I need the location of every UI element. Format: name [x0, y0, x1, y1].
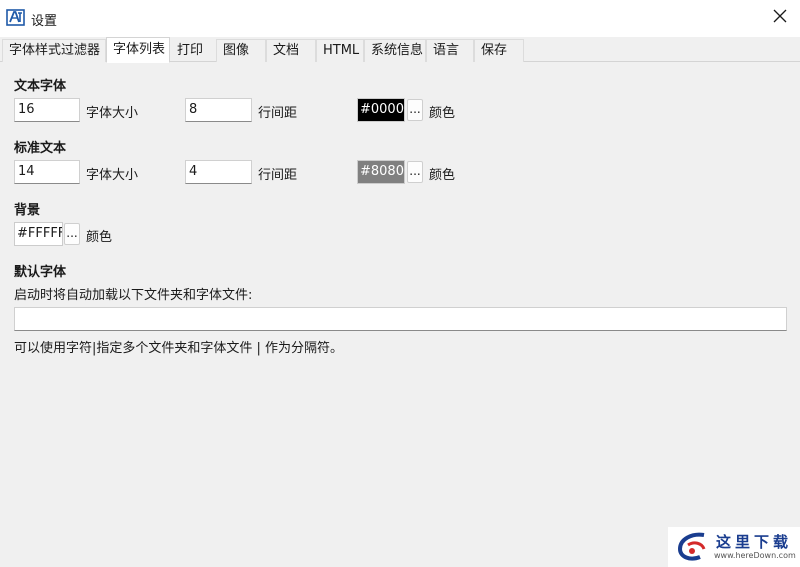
close-icon — [773, 9, 787, 27]
tab-save[interactable]: 保存 — [474, 39, 524, 62]
default-font-description: 启动时将自动加载以下文件夹和字体文件: — [14, 288, 253, 303]
standard-color-picker-button[interactable]: ... — [407, 161, 423, 183]
default-font-path-input[interactable] — [14, 307, 787, 331]
standard-line-spacing-input[interactable]: 4 — [185, 160, 252, 184]
text-color-swatch[interactable]: #000000 — [357, 98, 405, 122]
background-title: 背景 — [14, 203, 41, 218]
close-button[interactable] — [760, 0, 800, 36]
standard-font-size-label: 字体大小 — [86, 168, 139, 183]
standard-color-label: 颜色 — [429, 168, 456, 183]
tab-system-info[interactable]: 系统信息 — [364, 39, 426, 62]
standard-line-spacing-label: 行间距 — [258, 168, 298, 183]
window-title: 设置 — [31, 14, 58, 29]
text-color-label: 颜色 — [429, 106, 456, 121]
text-font-size-input[interactable]: 16 — [14, 98, 80, 122]
text-font-size-label: 字体大小 — [86, 106, 139, 121]
text-color-picker-button[interactable]: ... — [407, 99, 423, 121]
text-line-spacing-label: 行间距 — [258, 106, 298, 121]
tab-font-list[interactable]: 字体列表 — [106, 37, 170, 63]
tab-document[interactable]: 文档 — [266, 39, 316, 62]
background-color-swatch[interactable]: #FFFFFF — [14, 222, 63, 246]
site-watermark: 这里下载 www.hereDown.com — [668, 527, 800, 567]
watermark-logo-icon — [674, 531, 710, 567]
watermark-text: 这里下载 — [716, 533, 793, 551]
background-color-picker-button[interactable]: ... — [64, 223, 80, 245]
tab-print[interactable]: 打印 — [170, 39, 216, 62]
app-logo-icon — [6, 8, 25, 27]
tab-html[interactable]: HTML — [316, 39, 364, 62]
font-list-panel: 文本字体 16 字体大小 8 行间距 #000000 ... 颜色 标准文本 1… — [0, 62, 800, 567]
standard-text-title: 标准文本 — [14, 141, 67, 156]
standard-font-size-input[interactable]: 14 — [14, 160, 80, 184]
tab-image[interactable]: 图像 — [216, 39, 266, 62]
text-line-spacing-input[interactable]: 8 — [185, 98, 252, 122]
background-color-label: 颜色 — [86, 230, 113, 245]
tab-font-style-filter[interactable]: 字体样式过滤器 — [2, 39, 106, 62]
title-bar: 设置 — [0, 0, 800, 36]
standard-color-swatch[interactable]: #808080 — [357, 160, 405, 184]
text-font-title: 文本字体 — [14, 79, 67, 94]
tab-language[interactable]: 语言 — [426, 39, 474, 62]
watermark-url: www.hereDown.com — [714, 551, 796, 560]
tab-strip: 字体样式过滤器 字体列表 打印 图像 文档 HTML 系统信息 语言 保存 — [0, 37, 800, 63]
default-font-title: 默认字体 — [14, 265, 67, 280]
default-font-hint: 可以使用字符|指定多个文件夹和字体文件 | 作为分隔符。 — [14, 341, 344, 356]
